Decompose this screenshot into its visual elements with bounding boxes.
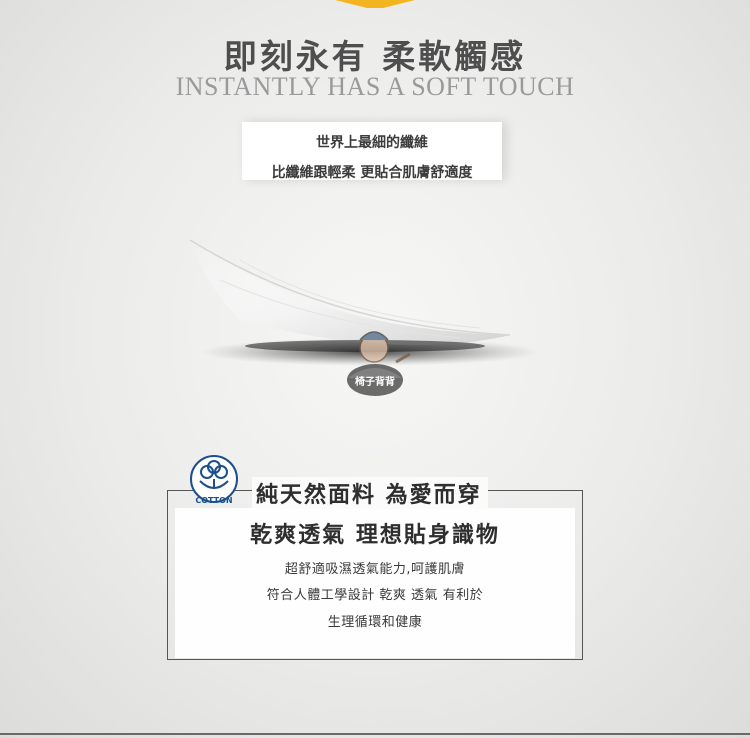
cotton-icon: COTTON (190, 455, 238, 505)
mascot-watermark: 椅子背背 (347, 331, 411, 396)
cotton-label: COTTON (195, 496, 232, 505)
feature-text-1: 超舒適吸濕透氣能力,呵護肌膚 (284, 562, 466, 577)
feature-text-2: 符合人體工學設計 乾爽 透氣 有利於 (266, 588, 484, 603)
top-accent-tab (335, 0, 415, 8)
bottom-divider (0, 733, 750, 735)
intro-line-2: 比纖維跟輕柔 更貼合肌膚舒適度 (271, 165, 473, 181)
watermark-text: 椅子背背 (355, 375, 395, 388)
feature-headline-1: 純天然面料 為愛而穿 (252, 477, 488, 509)
page-title: 即刻永有 柔軟觸感 (223, 37, 527, 76)
feature-text-3: 生理循環和健康 (327, 615, 423, 630)
intro-line-1: 世界上最細的纖維 (316, 135, 428, 151)
feature-headline-2: 乾爽透氣 理想貼身識物 (250, 523, 500, 548)
page-subtitle: INSTANTLY HAS A SOFT TOUCH (175, 72, 575, 101)
